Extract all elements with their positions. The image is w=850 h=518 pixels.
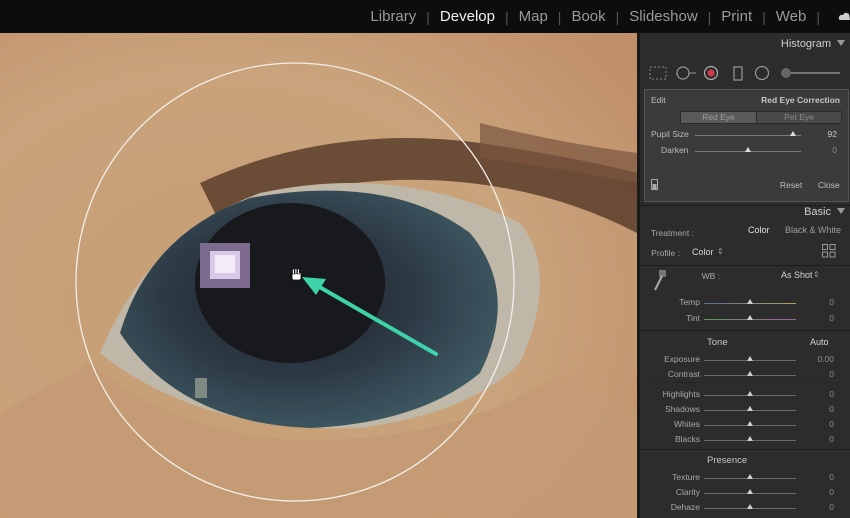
module-map[interactable]: Map xyxy=(517,8,550,25)
module-print[interactable]: Print xyxy=(719,8,754,25)
module-list: Library | Develop | Map | Book | Slidesh… xyxy=(368,0,828,33)
cloud-icon[interactable] xyxy=(838,11,850,21)
red-eye-title: Red Eye Correction xyxy=(761,95,840,105)
texture-label: Texture xyxy=(672,472,700,482)
red-eye-mode-button[interactable]: Red Eye xyxy=(680,111,757,124)
module-separator: | xyxy=(504,8,509,25)
pupil-size-label: Pupil Size xyxy=(651,129,689,139)
edit-label: Edit xyxy=(651,95,666,105)
presence-section-label: Presence xyxy=(707,455,748,466)
pupil-size-knob[interactable] xyxy=(789,131,796,136)
whites-label: Whites xyxy=(674,419,700,429)
profile-label: Profile : xyxy=(651,248,680,258)
graduated-filter-icon[interactable] xyxy=(733,66,743,82)
whites-value[interactable]: 0 xyxy=(804,419,834,429)
red-eye-icon[interactable] xyxy=(703,66,719,82)
contrast-label: Contrast xyxy=(667,369,700,379)
module-develop[interactable]: Develop xyxy=(438,8,497,25)
basic-header[interactable]: Basic xyxy=(640,201,850,223)
wb-dropdown[interactable]: As Shot xyxy=(781,270,813,280)
tint-label: Tint xyxy=(686,313,700,323)
texture-value[interactable]: 0 xyxy=(804,472,834,482)
pupil-size-slider[interactable] xyxy=(695,135,801,136)
section-divider xyxy=(640,449,850,450)
treatment-label: Treatment : xyxy=(650,228,694,238)
texture-knob[interactable] xyxy=(747,474,753,479)
reset-button[interactable]: Reset xyxy=(780,180,802,190)
close-button[interactable]: Close xyxy=(818,180,840,190)
highlights-knob[interactable] xyxy=(747,391,753,396)
whites-knob[interactable] xyxy=(747,421,753,426)
module-separator: | xyxy=(816,8,820,25)
exposure-value[interactable]: 0.00 xyxy=(804,354,834,364)
highlights-label: Highlights xyxy=(662,389,700,399)
photo-canvas[interactable] xyxy=(0,33,637,518)
module-slideshow[interactable]: Slideshow xyxy=(627,8,699,25)
tone-auto-button[interactable]: Auto xyxy=(810,337,829,347)
section-divider xyxy=(650,382,840,383)
section-divider xyxy=(640,265,850,266)
collapse-triangle-icon[interactable] xyxy=(837,40,845,46)
temp-label: Temp xyxy=(679,297,700,307)
contrast-value[interactable]: 0 xyxy=(804,369,834,379)
module-book[interactable]: Book xyxy=(569,8,607,25)
blacks-label: Blacks xyxy=(674,434,700,444)
shadows-value[interactable]: 0 xyxy=(804,404,834,414)
clarity-value[interactable]: 0 xyxy=(804,487,834,497)
tool-strip xyxy=(640,59,850,87)
clarity-knob[interactable] xyxy=(747,489,753,494)
module-library[interactable]: Library xyxy=(368,8,418,25)
pet-eye-mode-button[interactable]: Pet Eye xyxy=(756,111,842,124)
module-picker-bar: Library | Develop | Map | Book | Slidesh… xyxy=(0,0,850,33)
contrast-knob[interactable] xyxy=(747,371,753,376)
spot-removal-icon[interactable] xyxy=(675,66,697,80)
basic-title: Basic xyxy=(804,206,831,218)
module-web[interactable]: Web xyxy=(774,8,809,25)
highlights-value[interactable]: 0 xyxy=(804,389,834,399)
exposure-label: Exposure xyxy=(664,354,700,364)
profile-browser-icon[interactable] xyxy=(822,244,836,258)
red-eye-correction-drawer: Edit Red Eye Correction Red Eye Pet Eye … xyxy=(644,89,849,202)
shadows-label: Shadows xyxy=(665,404,700,414)
histogram-header[interactable]: Histogram xyxy=(640,33,850,55)
adjustment-brush-icon[interactable] xyxy=(780,66,842,80)
dehaze-knob[interactable] xyxy=(747,504,753,509)
dehaze-label: Dehaze xyxy=(670,502,700,512)
profile-dropdown[interactable]: Color xyxy=(692,247,714,257)
radial-filter-icon[interactable] xyxy=(754,66,770,82)
collapse-triangle-icon[interactable] xyxy=(837,208,845,214)
module-separator: | xyxy=(557,8,562,25)
histogram-title: Histogram xyxy=(780,38,831,50)
tool-mask-toggle-icon[interactable] xyxy=(651,179,658,190)
temp-value[interactable]: 0 xyxy=(804,297,834,307)
module-separator: | xyxy=(426,8,430,25)
module-separator: | xyxy=(615,8,620,25)
shadows-knob[interactable] xyxy=(747,406,753,411)
crop-overlay-icon[interactable] xyxy=(649,66,667,80)
temp-knob[interactable] xyxy=(747,299,753,304)
treatment-color-option[interactable]: Color xyxy=(748,225,770,235)
tint-knob[interactable] xyxy=(747,315,753,320)
develop-right-panel: Histogram Edit Red Eye Correction Red Ey… xyxy=(637,33,850,518)
blacks-value[interactable]: 0 xyxy=(804,434,834,444)
wb-dropdown-arrows-icon[interactable]: ⇕ xyxy=(813,270,820,279)
wb-label: WB : xyxy=(701,271,720,281)
dehaze-value[interactable]: 0 xyxy=(804,502,834,512)
darken-knob[interactable] xyxy=(745,147,751,152)
eye-photo xyxy=(0,33,637,518)
darken-value[interactable]: 0 xyxy=(807,145,837,155)
clarity-label: Clarity xyxy=(675,487,700,497)
module-separator: | xyxy=(707,8,712,25)
treatment-bw-option[interactable]: Black & White xyxy=(785,225,841,235)
section-divider xyxy=(640,330,850,331)
tone-section-label: Tone xyxy=(707,337,728,348)
pupil-size-value[interactable]: 92 xyxy=(807,129,837,139)
module-separator: | xyxy=(762,8,766,25)
profile-dropdown-arrows-icon[interactable]: ⇕ xyxy=(717,247,724,256)
blacks-knob[interactable] xyxy=(747,436,753,441)
exposure-knob[interactable] xyxy=(747,356,753,361)
tint-value[interactable]: 0 xyxy=(804,313,834,323)
darken-label: Darken xyxy=(661,145,689,155)
